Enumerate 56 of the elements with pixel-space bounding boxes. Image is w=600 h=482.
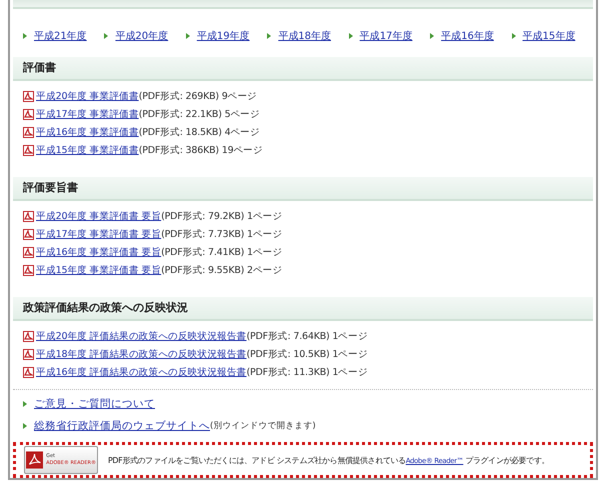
document-link[interactable]: 平成15年度 事業評価書 要旨 bbox=[36, 264, 162, 277]
bullet-icon bbox=[430, 33, 434, 40]
section-heading: 評価書 bbox=[13, 57, 593, 82]
file-info: (PDF形式: 10.5KB) 1ページ bbox=[246, 348, 368, 361]
document-link[interactable]: 平成16年度 事業評価書 bbox=[36, 126, 139, 139]
file-info: (PDF形式: 386KB) 19ページ bbox=[138, 144, 263, 157]
file-info: (PDF形式: 7.64KB) 1ページ bbox=[246, 330, 368, 343]
note-text: (別ウインドウで開きます) bbox=[210, 420, 316, 432]
pdf-icon bbox=[23, 90, 34, 102]
file-info: (PDF形式: 7.73KB) 1ページ bbox=[161, 228, 282, 241]
footer-link[interactable]: 総務省行政評価局のウェブサイトへ bbox=[34, 418, 210, 433]
file-info: (PDF形式: 18.5KB) 4ページ bbox=[138, 126, 260, 139]
pdf-icon bbox=[23, 366, 34, 378]
pdf-icon bbox=[23, 348, 34, 360]
document-link[interactable]: 平成20年度 事業評価書 要旨 bbox=[36, 210, 162, 223]
section-heading: 政策評価結果の政策への反映状況 bbox=[13, 297, 593, 322]
year-link[interactable]: 平成17年度 bbox=[360, 29, 412, 44]
footer-link[interactable]: ご意見・ご質問について bbox=[34, 397, 155, 412]
pdf-icon bbox=[23, 144, 34, 156]
document-link[interactable]: 平成16年度 評価結果の政策への反映状況報告書 bbox=[36, 366, 247, 379]
document-link[interactable]: 平成17年度 事業評価書 bbox=[36, 108, 139, 121]
pdf-icon bbox=[23, 108, 34, 120]
document-link[interactable]: 平成15年度 事業評価書 bbox=[36, 144, 139, 157]
file-info: (PDF形式: 79.2KB) 1ページ bbox=[161, 210, 282, 223]
document-link[interactable]: 平成18年度 評価結果の政策への反映状況報告書 bbox=[36, 348, 247, 361]
file-info: (PDF形式: 9.55KB) 2ページ bbox=[161, 264, 282, 277]
year-link[interactable]: 平成19年度 bbox=[196, 29, 250, 44]
bullet-icon bbox=[186, 33, 190, 40]
document-link[interactable]: 平成20年度 事業評価書 bbox=[36, 90, 139, 103]
bullet-icon bbox=[23, 401, 27, 408]
section-heading: 評価要旨書 bbox=[13, 177, 593, 202]
document-link[interactable]: 平成17年度 事業評価書 要旨 bbox=[36, 228, 162, 241]
pdf-icon bbox=[23, 264, 34, 276]
year-link[interactable]: 平成16年度 bbox=[441, 29, 494, 44]
acrobat-icon bbox=[26, 450, 44, 470]
pdf-icon bbox=[23, 210, 34, 222]
pdf-icon bbox=[23, 246, 34, 258]
file-info: (PDF形式: 269KB) 9ページ bbox=[138, 90, 258, 103]
year-link[interactable]: 平成21年度 bbox=[34, 29, 87, 44]
bullet-icon bbox=[23, 422, 27, 429]
pdf-icon bbox=[23, 330, 34, 342]
pdf-icon bbox=[23, 228, 34, 240]
year-link[interactable]: 平成20年度 bbox=[115, 29, 168, 44]
year-link[interactable]: 平成15年度 bbox=[522, 29, 576, 44]
document-link[interactable]: 平成20年度 評価結果の政策への反映状況報告書 bbox=[36, 330, 247, 343]
pdf-icon bbox=[23, 126, 34, 138]
file-info: (PDF形式: 7.41KB) 1ページ bbox=[161, 246, 282, 259]
bullet-icon bbox=[348, 33, 353, 40]
year-link[interactable]: 平成18年度 bbox=[278, 29, 331, 44]
bullet-icon bbox=[104, 33, 108, 40]
bullet-icon bbox=[23, 33, 27, 40]
document-link[interactable]: 平成16年度 事業評価書 要旨 bbox=[36, 246, 162, 259]
file-info: (PDF形式: 22.1KB) 5ページ bbox=[138, 108, 260, 121]
bullet-icon bbox=[512, 33, 516, 40]
bullet-icon bbox=[267, 33, 272, 40]
file-info: (PDF形式: 11.3KB) 1ページ bbox=[246, 366, 368, 379]
